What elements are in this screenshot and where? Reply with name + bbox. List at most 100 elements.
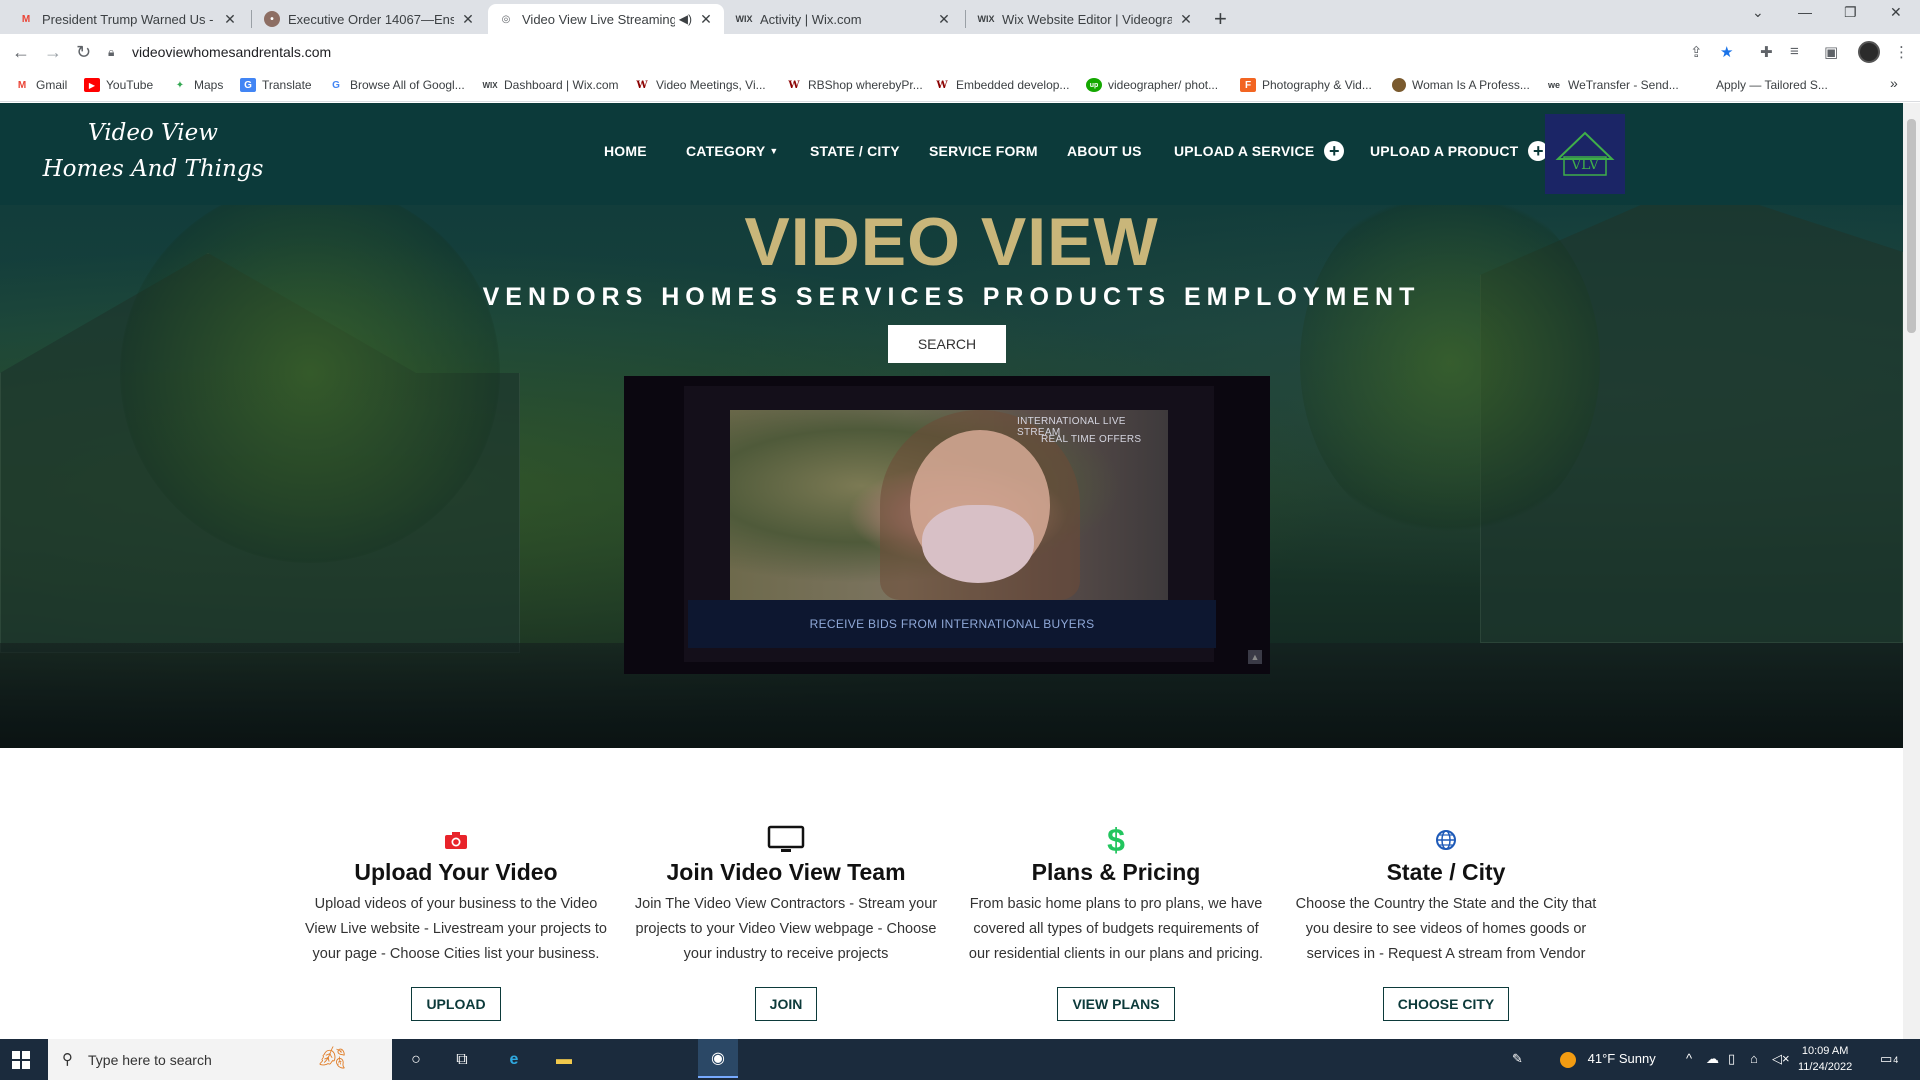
feature-text: Join The Video View Contractors - Stream… xyxy=(634,896,938,962)
media-control-icon[interactable]: ≡ xyxy=(1790,43,1799,60)
weather-widget[interactable]: 41°F Sunny xyxy=(1560,1051,1656,1068)
feature-upload-video: Upload Your Video Upload videos of your … xyxy=(301,825,611,1021)
profile-avatar[interactable] xyxy=(1858,41,1880,63)
more-bookmarks-icon[interactable]: » xyxy=(1890,75,1898,91)
side-panel-icon[interactable]: ▣ xyxy=(1824,43,1838,61)
extensions-icon[interactable]: ✚ xyxy=(1760,43,1773,61)
clock-date: 11/24/2022 xyxy=(1798,1061,1853,1073)
search-button[interactable]: SEARCH xyxy=(888,325,1006,363)
bookmark-label: Photography & Vid... xyxy=(1262,78,1372,92)
nav-category[interactable]: CATEGORY ▼ xyxy=(686,143,779,159)
bookmark-translate[interactable]: G Translate xyxy=(240,78,312,92)
taskbar-search-placeholder: Type here to search xyxy=(88,1051,212,1068)
forward-icon[interactable]: → xyxy=(44,42,62,63)
view-plans-button[interactable]: VIEW PLANS xyxy=(1057,987,1175,1021)
tab-wix-editor[interactable]: WIX Wix Website Editor | Videographe ✕ xyxy=(968,4,1204,34)
close-icon[interactable]: ✕ xyxy=(936,11,952,28)
w-icon: W xyxy=(936,79,948,91)
pen-icon[interactable]: ✎ xyxy=(1512,1051,1523,1067)
chrome-taskbar-icon[interactable]: ◉ xyxy=(698,1039,738,1078)
bookmark-gmail[interactable]: M Gmail xyxy=(14,78,68,92)
hero-title: VIDEO VIEW xyxy=(744,204,1159,280)
close-icon[interactable]: ✕ xyxy=(460,11,476,28)
translate-icon: G xyxy=(240,78,256,92)
speaker-icon[interactable]: ◀) xyxy=(679,12,692,26)
hero-subtitle: VENDORS HOMES SERVICES PRODUCTS EMPLOYME… xyxy=(482,283,1421,311)
nav-service-form[interactable]: SERVICE FORM xyxy=(929,143,1038,159)
bookmark-maps[interactable]: ✦ Maps xyxy=(172,78,224,92)
bookmark-youtube[interactable]: ▶ YouTube xyxy=(84,78,153,92)
bookmark-video-meetings[interactable]: W Video Meetings, Vi... xyxy=(634,78,765,92)
bookmark-wix-dashboard[interactable]: WIX Dashboard | Wix.com xyxy=(482,78,618,92)
nav-upload-service-label: UPLOAD A SERVICE xyxy=(1174,143,1315,159)
site-logo[interactable]: Video View Homes And Things xyxy=(38,115,268,187)
mask-image xyxy=(922,505,1034,583)
nav-category-label: CATEGORY xyxy=(686,143,766,159)
bookmark-photography[interactable]: F Photography & Vid... xyxy=(1240,78,1372,92)
nav-home[interactable]: HOME xyxy=(604,143,647,159)
cloud-icon[interactable]: ☁ xyxy=(1706,1051,1719,1067)
address-bar[interactable]: 🔒︎ videoviewhomesandrentals.com xyxy=(108,38,1708,66)
task-view-icon[interactable]: ⧉ xyxy=(450,1048,474,1072)
restore-button[interactable]: ❐ xyxy=(1844,4,1857,21)
file-explorer-icon[interactable]: ▬ xyxy=(552,1048,576,1072)
tab-executive-order[interactable]: • Executive Order 14067—Ensuring ✕ xyxy=(254,4,486,34)
bookmark-star-icon[interactable]: ★ xyxy=(1720,43,1733,61)
video-thumbnail-image[interactable]: INTERNATIONAL LIVE STREAM REAL TIME OFFE… xyxy=(730,410,1168,600)
feature-join-team: Join Video View Team Join The Video View… xyxy=(631,825,941,1021)
taskbar-clock[interactable]: 10:09 AM 11/24/2022 xyxy=(1798,1043,1852,1075)
bookmark-videographer[interactable]: up videographer/ phot... xyxy=(1086,78,1218,92)
network-icon[interactable]: ⌂ xyxy=(1750,1051,1758,1066)
close-icon[interactable]: ✕ xyxy=(698,11,714,28)
tab-gmail[interactable]: M President Trump Warned Us - vid ✕ xyxy=(8,4,248,34)
camera-icon xyxy=(301,825,611,855)
tab-wix-activity[interactable]: WIX Activity | Wix.com ✕ xyxy=(726,4,962,34)
bookmark-wetransfer[interactable]: we WeTransfer - Send... xyxy=(1546,78,1679,92)
upload-button[interactable]: UPLOAD xyxy=(411,987,501,1021)
chevron-up-icon[interactable]: ^ xyxy=(1686,1051,1692,1066)
bookmark-embedded[interactable]: W Embedded develop... xyxy=(934,78,1069,92)
chevron-down-icon[interactable]: ⌄ xyxy=(1752,4,1764,21)
back-icon[interactable]: ← xyxy=(12,42,30,63)
gmail-icon: M xyxy=(21,13,31,25)
bookmark-rbshop[interactable]: W RBShop wherebyPr... xyxy=(786,78,922,92)
tab-strip: M President Trump Warned Us - vid ✕ • Ex… xyxy=(0,0,1920,34)
edge-icon[interactable]: e xyxy=(502,1048,526,1072)
badge-text: VLV xyxy=(1570,157,1600,173)
cortana-icon[interactable]: ○ xyxy=(404,1048,428,1072)
windows-start-icon[interactable] xyxy=(12,1051,30,1069)
notification-count: 4 xyxy=(1893,1055,1899,1065)
kebab-menu-icon[interactable]: ⋮ xyxy=(1894,43,1909,61)
brand-badge-logo[interactable]: VLV xyxy=(1545,114,1625,194)
share-icon[interactable]: ⇪ xyxy=(1690,43,1703,61)
tab-label: President Trump Warned Us - vid xyxy=(42,11,216,27)
tab-video-view[interactable]: ◎ Video View Live Streaming G ◀) ✕ xyxy=(488,4,724,34)
join-button[interactable]: JOIN xyxy=(754,987,818,1021)
nav-about-us[interactable]: ABOUT US xyxy=(1067,143,1142,159)
nav-state-city[interactable]: STATE / CITY xyxy=(810,143,900,159)
new-tab-button[interactable]: + xyxy=(1214,6,1227,32)
scrollbar-thumb[interactable] xyxy=(1907,119,1916,333)
features-section: Upload Your Video Upload videos of your … xyxy=(0,748,1903,1039)
nav-upload-service[interactable]: UPLOAD A SERVICE + xyxy=(1174,141,1345,161)
close-window-button[interactable]: ✕ xyxy=(1890,4,1902,21)
close-icon[interactable]: ✕ xyxy=(222,11,238,28)
gmail-icon: M xyxy=(17,79,27,91)
taskbar-search-box[interactable]: ⚲ Type here to search 🍂︎ xyxy=(48,1039,392,1080)
minimize-button[interactable]: — xyxy=(1798,4,1812,20)
close-icon[interactable]: ✕ xyxy=(1178,11,1194,28)
display-icon[interactable]: ▯ xyxy=(1728,1051,1735,1067)
bookmark-woman-profess[interactable]: Woman Is A Profess... xyxy=(1392,78,1530,92)
video-scroll-up-icon[interactable]: ▲ xyxy=(1248,650,1262,664)
house-logo-icon: VLV xyxy=(1555,131,1615,176)
choose-city-button[interactable]: CHOOSE CITY xyxy=(1382,987,1510,1021)
notification-icon[interactable]: ▭4 xyxy=(1880,1051,1898,1067)
volume-icon[interactable]: ◁× xyxy=(1772,1051,1790,1067)
reload-icon[interactable]: ↻ xyxy=(76,42,91,63)
page-scrollbar[interactable] xyxy=(1903,103,1920,1039)
feature-title: Plans & Pricing xyxy=(1031,859,1201,885)
bookmark-google[interactable]: G Browse All of Googl... xyxy=(328,78,465,92)
bookmark-apply[interactable]: Apply — Tailored S... xyxy=(1716,78,1828,92)
nav-upload-product[interactable]: UPLOAD A PRODUCT + xyxy=(1370,141,1549,161)
sun-icon xyxy=(1560,1051,1576,1068)
